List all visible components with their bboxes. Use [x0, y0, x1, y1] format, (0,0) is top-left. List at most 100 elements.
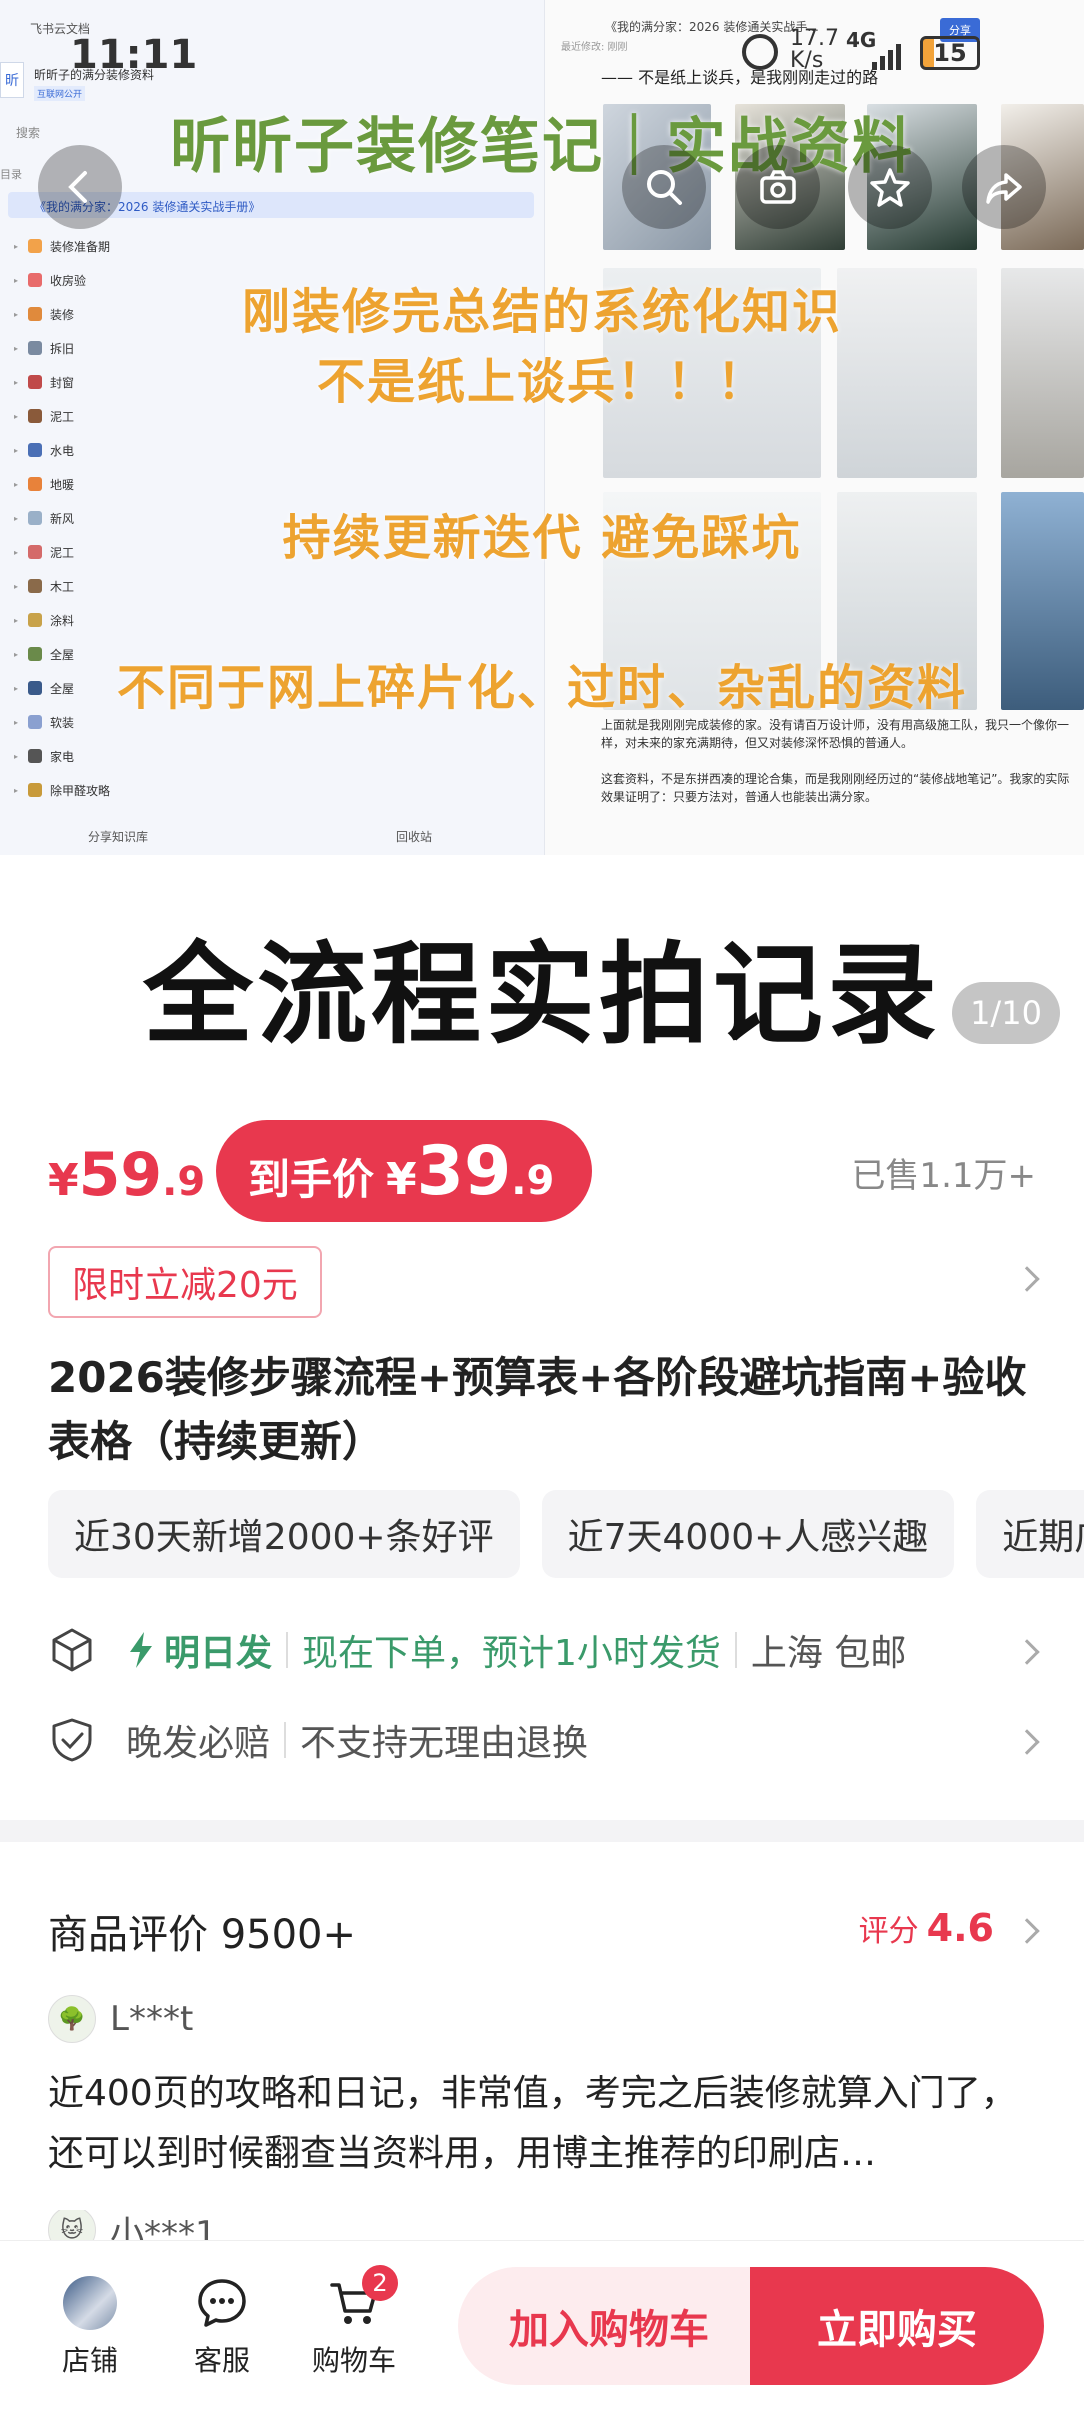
expand-icon: ▸ — [14, 751, 19, 761]
section-divider — [0, 1820, 1084, 1842]
reviews-title[interactable]: 商品评价 9500+ — [48, 1902, 356, 1960]
shipping-row[interactable]: 明日发 现在下单，预计1小时发货 上海 包邮 — [48, 1620, 1038, 1680]
original-price-int: 59 — [78, 1140, 163, 1210]
shipping-location: 上海 包邮 — [750, 1633, 907, 1674]
gallery-counter: 1/10 — [952, 982, 1060, 1044]
share-button[interactable] — [962, 145, 1046, 229]
doc-tree-label: 木工 — [50, 579, 75, 594]
final-price-dec: .9 — [511, 1158, 555, 1204]
doc-item-icon — [28, 613, 42, 627]
camera-button[interactable] — [736, 145, 820, 229]
tag-chip[interactable]: 近期广受好评 — [976, 1490, 1084, 1578]
chevron-right-icon[interactable] — [1014, 1266, 1040, 1292]
product-gallery[interactable]: 飞书云文档 昕 昕昕子的满分装修资料 互联网公开 搜索 目录 《我的满分家：20… — [0, 0, 1084, 1085]
doc-item-icon — [28, 443, 42, 457]
doc-item-icon — [28, 749, 42, 763]
customer-service-button[interactable]: 客服 — [172, 2275, 272, 2379]
expand-icon: ▸ — [14, 615, 19, 625]
expand-icon: ▸ — [14, 411, 19, 421]
doc-tree-item: ▸ 涂料 — [14, 608, 74, 632]
chevron-right-icon[interactable] — [1014, 1918, 1040, 1944]
separator — [734, 1632, 737, 1668]
expand-icon: ▸ — [14, 241, 19, 251]
review-text[interactable]: 近400页的攻略和日记，非常值，考完之后装修就算入门了，还可以到时候翻查当资料用… — [48, 2064, 1038, 2184]
separator — [284, 1722, 287, 1758]
service-label: 客服 — [193, 2344, 250, 2377]
chevron-left-icon — [68, 171, 87, 203]
battery-icon: 15 — [920, 36, 980, 70]
share-icon — [986, 173, 1022, 204]
cart-label: 购物车 — [311, 2344, 396, 2377]
final-price-label: 到手价 — [248, 1155, 375, 1204]
cart-count-badge: 2 — [362, 2265, 398, 2301]
add-to-cart-button[interactable]: 加入购物车 — [458, 2267, 760, 2385]
shield-check-icon — [52, 1718, 92, 1762]
expand-icon: ▸ — [14, 717, 19, 727]
doc-item-icon — [28, 239, 42, 253]
doc-tree-label: 涂料 — [50, 613, 75, 628]
service-policy: 不支持无理由退换 — [300, 1723, 589, 1764]
doc-tree-item: ▸ 地暖 — [14, 472, 74, 496]
review-user: 🌳 L***t — [48, 1994, 648, 2044]
package-icon — [52, 1628, 92, 1672]
buy-now-button[interactable]: 立即购买 — [750, 2267, 1044, 2385]
doc-tree-item: ▸ 木工 — [14, 574, 74, 598]
reviews-score[interactable]: 评分 4.6 — [859, 1906, 994, 1950]
search-icon — [647, 170, 682, 205]
doc-tree-item: ▸ 装修准备期 — [14, 234, 110, 258]
search-button[interactable] — [622, 145, 706, 229]
expand-icon: ▸ — [14, 785, 19, 795]
back-button[interactable] — [38, 145, 122, 229]
star-icon — [870, 168, 910, 207]
currency-symbol: ¥ — [386, 1154, 417, 1205]
hero-line-4: 不同于网上碎片化、过时、杂乱的资料 — [116, 660, 967, 716]
expand-icon: ▸ — [14, 445, 19, 455]
coupon-badge[interactable]: 限时立减20元 — [48, 1246, 322, 1318]
doc-footer-trash: 回收站 — [396, 830, 433, 844]
tag-chip[interactable]: 近30天新增2000+条好评 — [48, 1490, 520, 1578]
shipping-label: 明日发 — [164, 1633, 273, 1674]
hero-line-2: 不是纸上谈兵！！！ — [316, 354, 767, 410]
shop-button[interactable]: 店铺 — [40, 2275, 140, 2379]
review-username: L***t — [110, 1999, 194, 2039]
bottom-action-bar: 店铺 客服 2 购物车 加入购物车 立即购买 — [0, 2240, 1084, 2412]
sold-count: 已售1.1万+ — [851, 1156, 1036, 1196]
service-guarantee: 晚发必赔 — [126, 1723, 271, 1764]
expand-icon: ▸ — [14, 479, 19, 489]
cart-button[interactable]: 2 购物车 — [304, 2265, 404, 2379]
doc-tree-item: ▸ 除甲醛攻略 — [14, 778, 110, 802]
camera-icon — [760, 170, 796, 204]
service-row[interactable]: 晚发必赔 不支持无理由退换 — [48, 1710, 1038, 1770]
shipping-detail: 现在下单，预计1小时发货 — [302, 1633, 721, 1674]
doc-footer-share: 分享知识库 — [88, 830, 149, 844]
doc-item-icon — [28, 783, 42, 797]
final-price-pill: 到手价 ¥39.9 — [216, 1120, 592, 1222]
doc-tree-item: ▸ 家电 — [14, 744, 74, 768]
hero-line-3: 持续更新迭代 避免踩坑 — [282, 510, 802, 566]
chat-icon — [194, 2275, 250, 2331]
score-value: 4.6 — [926, 1906, 994, 1950]
original-price-dec: .9 — [162, 1159, 206, 1205]
original-price: ¥59.9 — [48, 1140, 205, 1210]
avatar: 🌳 — [48, 1995, 96, 2043]
tag-chip[interactable]: 近7天4000+人感兴趣 — [541, 1490, 955, 1578]
doc-tree-label: 除甲醛攻略 — [50, 783, 111, 798]
doc-paragraph-1: 上面就是我刚刚完成装修的家。没有请百万设计师，没有用高级施工队，我只一个像你一样… — [601, 718, 1070, 750]
signal-icon — [870, 42, 910, 70]
separator — [286, 1632, 289, 1668]
lightning-icon — [130, 1632, 152, 1668]
expand-icon: ▸ — [14, 581, 19, 591]
doc-tree-label: 家电 — [50, 749, 75, 764]
hero-line-1: 刚装修完总结的系统化知识 — [241, 284, 842, 340]
doc-paragraph-2: 这套资料，不是东拼西凑的理论合集，而是我刚刚经历过的“装修战地笔记”。我家的实际… — [601, 772, 1070, 804]
shop-label: 店铺 — [61, 2344, 118, 2377]
tag-list[interactable]: 近30天新增2000+条好评 近7天4000+人感兴趣 近期广受好评 — [48, 1490, 1084, 1578]
favorite-button[interactable] — [848, 145, 932, 229]
doc-item-icon — [28, 579, 42, 593]
status-time: 11:11 — [70, 32, 198, 78]
score-label: 评分 — [858, 1914, 919, 1949]
doc-tree-label: 地暖 — [50, 477, 75, 492]
product-title: 2026装修步骤流程+预算表+各阶段避坑指南+验收表格（持续更新） — [48, 1353, 1027, 1466]
final-price-int: 39 — [416, 1132, 512, 1211]
network-speed: 17.7 K/s — [790, 26, 839, 73]
